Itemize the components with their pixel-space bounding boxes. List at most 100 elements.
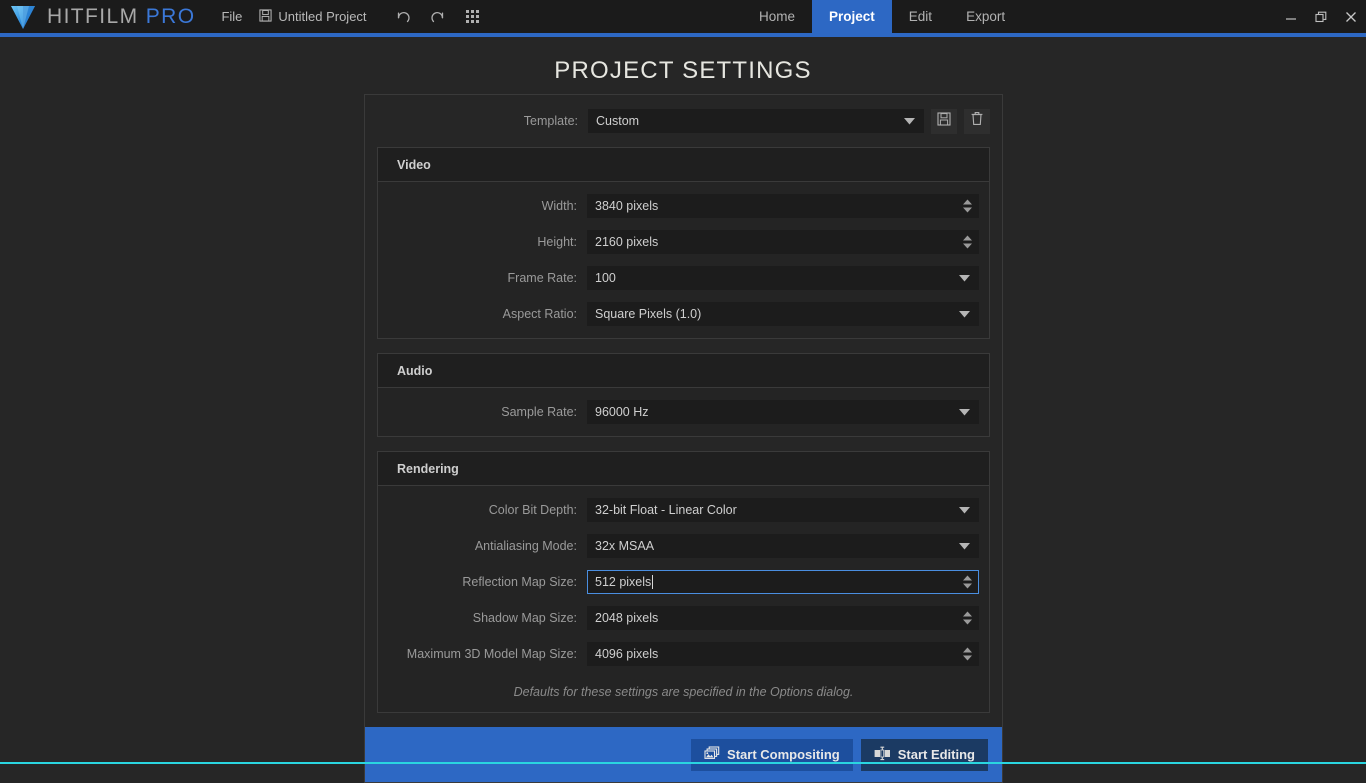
redo-icon[interactable]: [430, 9, 446, 25]
aspect-ratio-row: Aspect Ratio: Square Pixels (1.0): [378, 299, 979, 329]
rendering-group-body: Color Bit Depth: 32-bit Float - Linear C…: [378, 486, 989, 712]
restore-icon[interactable]: [1306, 0, 1336, 33]
reflection-map-size-input[interactable]: 512 pixels: [587, 570, 979, 594]
minimize-icon[interactable]: [1276, 0, 1306, 33]
video-group: Video Width: 3840 pixels Height: 2160 pi…: [377, 147, 990, 339]
undo-icon[interactable]: [395, 9, 411, 25]
chevron-down-icon: [904, 114, 915, 128]
video-group-body: Width: 3840 pixels Height: 2160 pixels F…: [378, 182, 989, 338]
frame-rate-label: Frame Rate:: [507, 271, 577, 285]
brand-suffix: PRO: [145, 4, 196, 28]
shadow-map-size-row: Shadow Map Size: 2048 pixels: [378, 603, 979, 633]
max-3d-model-map-size-label: Maximum 3D Model Map Size:: [406, 647, 577, 661]
aspect-ratio-select[interactable]: Square Pixels (1.0): [587, 302, 979, 326]
project-name-label: Untitled Project: [278, 9, 367, 24]
antialiasing-mode-label: Antialiasing Mode:: [474, 539, 577, 553]
chevron-down-icon: [959, 405, 970, 419]
trash-delete-icon: [970, 111, 984, 131]
audio-group-body: Sample Rate: 96000 Hz: [378, 388, 989, 436]
audio-group: Audio Sample Rate: 96000 Hz: [377, 353, 990, 437]
height-stepper[interactable]: [963, 235, 972, 249]
text-caret: [652, 575, 654, 589]
max-3d-model-map-size-stepper[interactable]: [963, 647, 972, 661]
grid-apps-icon[interactable]: [465, 9, 480, 24]
width-row: Width: 3840 pixels: [378, 191, 979, 221]
start-editing-button[interactable]: Start Editing: [860, 738, 988, 771]
width-label: Width:: [541, 199, 577, 213]
sample-rate-label: Sample Rate:: [501, 405, 577, 419]
tab-export[interactable]: Export: [949, 0, 1022, 33]
brand-main: HITFILM: [47, 4, 139, 28]
titlebar-menu: File Untitled Project: [221, 8, 367, 25]
shadow-map-size-value: 2048 pixels: [595, 611, 659, 625]
tab-edit[interactable]: Edit: [892, 0, 949, 33]
floppy-save-icon: [937, 111, 951, 131]
max-3d-model-map-size-row: Maximum 3D Model Map Size: 4096 pixels: [378, 639, 979, 669]
app-logo-group: HITFILM PRO: [0, 2, 195, 32]
antialiasing-mode-select[interactable]: 32x MSAA: [587, 534, 979, 558]
color-bit-depth-select[interactable]: 32-bit Float - Linear Color: [587, 498, 979, 522]
template-row: Template: Custom: [377, 106, 990, 136]
titlebar-tools: [395, 9, 480, 25]
page-title: PROJECT SETTINGS: [554, 57, 812, 84]
layered-images-icon: [704, 745, 720, 764]
aspect-ratio-value: Square Pixels (1.0): [595, 307, 702, 321]
save-disk-icon: [259, 8, 272, 25]
frame-rate-select[interactable]: 100: [587, 266, 979, 290]
reflection-map-size-row: Reflection Map Size: 512 pixels: [378, 567, 979, 597]
workspace-tabs: Home Project Edit Export: [742, 0, 1022, 33]
reflection-map-size-label: Reflection Map Size:: [462, 575, 577, 589]
width-stepper[interactable]: [963, 199, 972, 213]
chevron-down-icon: [959, 503, 970, 517]
titlebar: HITFILM PRO File Untitled Project Home P…: [0, 0, 1366, 33]
width-value: 3840 pixels: [595, 199, 659, 213]
reflection-map-size-stepper[interactable]: [963, 575, 972, 589]
tab-home[interactable]: Home: [742, 0, 812, 33]
frame-rate-row: Frame Rate: 100: [378, 263, 979, 293]
rendering-group: Rendering Color Bit Depth: 32-bit Float …: [377, 451, 990, 713]
video-group-heading: Video: [378, 148, 989, 182]
antialiasing-mode-row: Antialiasing Mode: 32x MSAA: [378, 531, 979, 561]
width-input[interactable]: 3840 pixels: [587, 194, 979, 218]
height-label: Height:: [537, 235, 577, 249]
tab-project[interactable]: Project: [812, 0, 892, 33]
frame-rate-value: 100: [595, 271, 616, 285]
status-accent-line: [0, 762, 1366, 764]
height-input[interactable]: 2160 pixels: [587, 230, 979, 254]
shadow-map-size-stepper[interactable]: [963, 611, 972, 625]
color-bit-depth-value: 32-bit Float - Linear Color: [595, 503, 737, 517]
app-brand: HITFILM PRO: [47, 5, 195, 29]
dialog-footer: Start Compositing Start Editing: [365, 727, 1002, 782]
shadow-map-size-input[interactable]: 2048 pixels: [587, 606, 979, 630]
start-editing-label: Start Editing: [897, 747, 975, 762]
shadow-map-size-label: Shadow Map Size:: [472, 611, 577, 625]
sample-rate-row: Sample Rate: 96000 Hz: [378, 397, 979, 427]
delete-template-button[interactable]: [964, 108, 990, 134]
timeline-clips-icon: [874, 746, 891, 764]
chevron-down-icon: [959, 271, 970, 285]
save-template-button[interactable]: [931, 108, 957, 134]
height-row: Height: 2160 pixels: [378, 227, 979, 257]
hitfilm-triangle-logo-icon: [8, 2, 38, 32]
workspace: PROJECT SETTINGS Template: Custom Video …: [0, 37, 1366, 783]
close-icon[interactable]: [1336, 0, 1366, 33]
max-3d-model-map-size-input[interactable]: 4096 pixels: [587, 642, 979, 666]
template-label: Template:: [523, 114, 578, 128]
menu-item-project-name[interactable]: Untitled Project: [259, 8, 367, 25]
max-3d-model-map-size-value: 4096 pixels: [595, 647, 659, 661]
sample-rate-value: 96000 Hz: [595, 405, 649, 419]
audio-group-heading: Audio: [378, 354, 989, 388]
project-settings-dialog: Template: Custom Video Width: 3840 pixel…: [364, 94, 1003, 783]
reflection-map-size-value: 512 pixels: [595, 575, 652, 589]
menu-item-file[interactable]: File: [221, 9, 242, 24]
start-compositing-button[interactable]: Start Compositing: [691, 738, 853, 771]
sample-rate-select[interactable]: 96000 Hz: [587, 400, 979, 424]
aspect-ratio-label: Aspect Ratio:: [502, 307, 577, 321]
color-bit-depth-label: Color Bit Depth:: [488, 503, 577, 517]
height-value: 2160 pixels: [595, 235, 659, 249]
template-select[interactable]: Custom: [588, 109, 924, 133]
color-bit-depth-row: Color Bit Depth: 32-bit Float - Linear C…: [378, 495, 979, 525]
start-compositing-label: Start Compositing: [727, 747, 840, 762]
template-value: Custom: [596, 114, 640, 128]
window-controls: [1276, 0, 1366, 33]
